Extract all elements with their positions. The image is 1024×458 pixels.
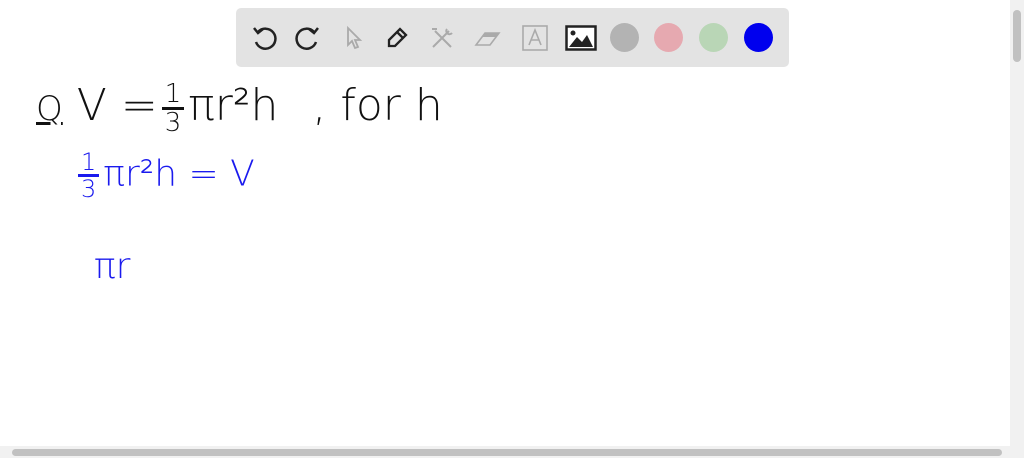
select-icon	[347, 25, 363, 50]
tools-icon	[432, 28, 453, 48]
drawing-toolbar	[236, 8, 789, 67]
question-label: Q	[36, 89, 63, 129]
undo-icon	[253, 27, 277, 50]
formula-rest: πr²h	[188, 80, 279, 131]
color-pink[interactable]	[654, 23, 683, 52]
redo-icon	[295, 27, 319, 50]
eraser-icon	[474, 32, 501, 46]
text-icon	[522, 25, 548, 51]
color-gray[interactable]	[610, 23, 639, 52]
color-blue[interactable]	[744, 23, 773, 52]
variable-v: V	[230, 153, 255, 195]
pen-button[interactable]	[382, 23, 412, 53]
image-button[interactable]	[564, 23, 598, 53]
horizontal-scroll-thumb[interactable]	[12, 449, 1002, 456]
image-icon	[565, 25, 597, 51]
vertical-scrollbar[interactable]	[1010, 0, 1024, 446]
fraction-numerator: 1	[78, 150, 100, 177]
equals: =	[120, 80, 158, 131]
color-green[interactable]	[699, 23, 728, 52]
horizontal-scrollbar[interactable]	[0, 446, 1024, 458]
variable-v: V	[76, 80, 107, 131]
equation-line-3: πr	[94, 246, 131, 287]
equals: =	[188, 153, 219, 195]
equation-line-1: Q V = 1 3 πr²h , for h	[36, 80, 443, 136]
undo-button[interactable]	[249, 23, 279, 53]
eraser-button[interactable]	[472, 23, 502, 53]
text-button[interactable]	[520, 23, 550, 53]
formula-rest: πr²h	[103, 153, 178, 195]
tools-button[interactable]	[427, 23, 457, 53]
redo-button[interactable]	[293, 23, 323, 53]
select-button[interactable]	[338, 23, 368, 53]
fraction-denominator: 3	[81, 175, 97, 203]
for-h-text: , for h	[312, 80, 443, 131]
equation-line-2: 1 3 πr²h = V	[74, 150, 255, 201]
pen-icon	[387, 27, 408, 48]
vertical-scroll-thumb[interactable]	[1013, 10, 1021, 62]
fraction-denominator: 3	[164, 107, 182, 138]
fraction-numerator: 1	[161, 81, 185, 110]
